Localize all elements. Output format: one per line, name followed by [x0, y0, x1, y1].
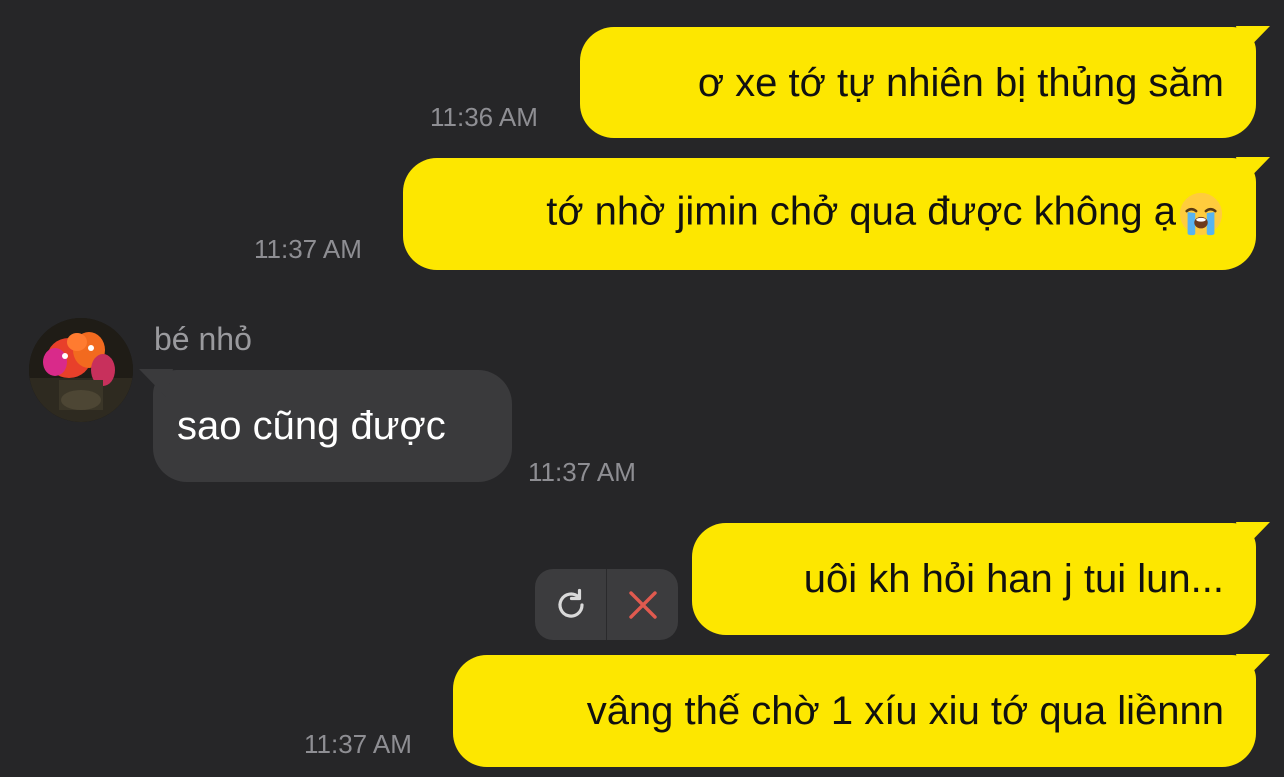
- close-icon: [628, 590, 657, 619]
- message-text: vâng thế chờ 1 xíu xiu tớ qua liềnnn: [586, 689, 1224, 733]
- message-timestamp: 11:37 AM: [528, 457, 636, 487]
- outgoing-message-bubble[interactable]: vâng thế chờ 1 xíu xiu tớ qua liềnnn: [453, 655, 1256, 767]
- message-text: uôi kh hỏi han j tui lun...: [803, 557, 1224, 601]
- incoming-message-bubble[interactable]: sao cũng được: [153, 370, 512, 482]
- avatar[interactable]: [29, 318, 133, 422]
- retry-button[interactable]: [535, 569, 607, 640]
- outgoing-message-bubble[interactable]: tớ nhờ jimin chở qua được không ạ: [403, 158, 1256, 270]
- loudly-crying-face-icon: [1179, 192, 1223, 236]
- refresh-icon: [557, 588, 584, 618]
- failed-message-actions: [535, 569, 678, 640]
- outgoing-message-bubble[interactable]: uôi kh hỏi han j tui lun...: [692, 523, 1256, 635]
- avatar-image: [29, 318, 133, 422]
- delete-button[interactable]: [607, 569, 678, 640]
- message-timestamp: 11:36 AM: [430, 102, 538, 132]
- message-text: tớ nhờ jimin chở qua được không ạ: [546, 191, 1224, 237]
- message-timestamp: 11:37 AM: [304, 729, 412, 759]
- sender-name: bé nhỏ: [154, 321, 252, 357]
- message-text: ơ xe tớ tự nhiên bị thủng săm: [697, 60, 1224, 105]
- message-text: sao cũng được: [177, 404, 446, 448]
- outgoing-message-bubble[interactable]: ơ xe tớ tự nhiên bị thủng săm: [580, 27, 1256, 138]
- message-timestamp: 11:37 AM: [254, 234, 362, 264]
